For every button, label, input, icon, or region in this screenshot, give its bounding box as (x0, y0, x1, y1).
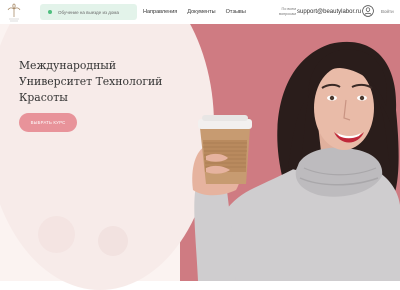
promo-text: Обучение на выезде из дома (58, 9, 119, 15)
status-dot-icon (48, 10, 52, 14)
title-line: Университет Технологий (19, 75, 163, 88)
nav-item-directions[interactable]: Направления (143, 9, 177, 15)
nav-item-reviews[interactable]: Отзывы (226, 9, 246, 15)
palm-logo-icon[interactable] (6, 3, 22, 23)
promo-banner[interactable]: Обучение на выезде из дома (40, 4, 137, 20)
decorative-circle-small (98, 226, 128, 256)
questions-label: По всем вопросам (279, 7, 296, 16)
nav-item-documents[interactable]: Документы (187, 9, 215, 15)
user-icon[interactable] (362, 5, 374, 17)
login-link[interactable]: Войти (381, 9, 394, 14)
decorative-circle-large (38, 216, 75, 253)
title-line: Международный (19, 59, 117, 72)
title-line: Красоты (19, 91, 68, 104)
page-title: Международный Университет Технологий Кра… (19, 58, 179, 106)
support-email-link[interactable]: support@beautylabor.ru (297, 9, 361, 15)
main-nav: Направления Документы Отзывы (143, 9, 246, 15)
choose-course-button[interactable]: ВЫБРАТЬ КУРС (19, 113, 77, 132)
